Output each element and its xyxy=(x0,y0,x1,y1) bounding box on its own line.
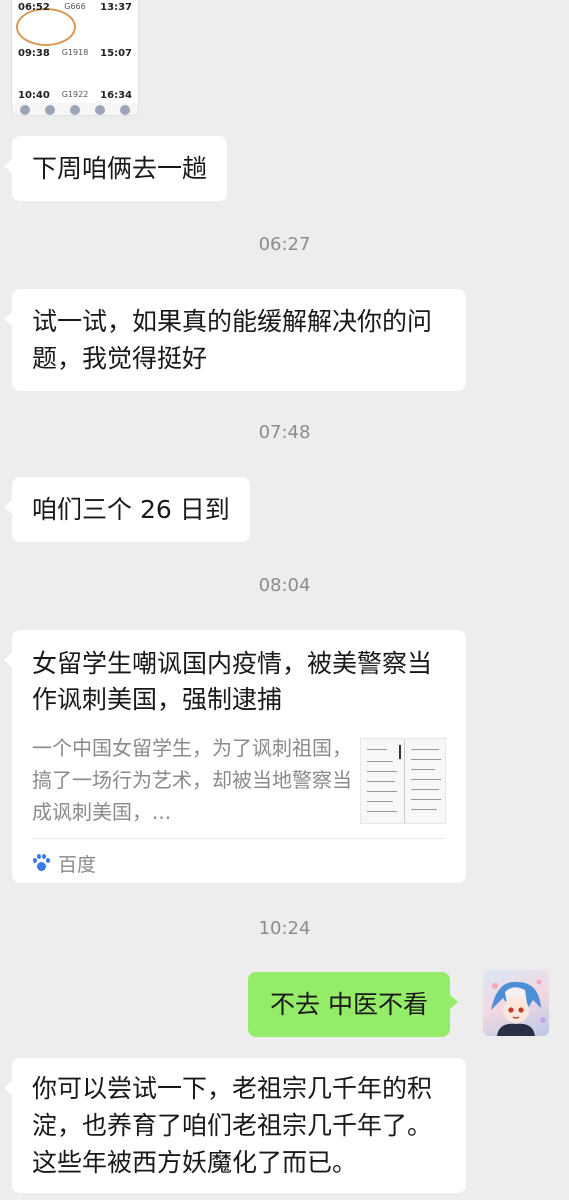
schedule-row: 06:52 G666 13:37 xyxy=(18,2,132,13)
message-text: 试一试，如果真的能缓解解决你的问题，我觉得挺好 xyxy=(32,307,433,373)
link-thumbnail xyxy=(360,738,446,824)
timestamp: 08:04 xyxy=(258,575,311,596)
schedule-row: 09:38 G1918 15:07 xyxy=(18,48,132,59)
message-bubble[interactable]: 咱们三个 26 日到 xyxy=(4,477,250,542)
message-bubble[interactable]: 下周咱俩去一趟 xyxy=(3,136,228,201)
baidu-paw-icon xyxy=(32,854,50,872)
timestamp: 10:24 xyxy=(258,918,311,939)
timestamp: 06:27 xyxy=(258,234,311,255)
link-card[interactable]: 女留学生嘲讽国内疫情，被美警察当作讽刺美国，强制逮捕 一个中国女留学生，为了讽刺… xyxy=(4,630,466,883)
chat-view: 06:52 G666 13:37 09:38 G1918 15:07 10:40 G192… xyxy=(0,0,569,1200)
image-message[interactable]: 06:52 G666 13:37 09:38 G1918 15:07 10:40 G192… xyxy=(12,0,138,115)
message-text: 你可以尝试一下，老祖宗几千年的积淀，也养育了咱们老祖宗几千年了。这些年被西方妖魔… xyxy=(32,1074,433,1177)
source-name: 百度 xyxy=(58,853,97,876)
message-text: 下周咱俩去一趟 xyxy=(32,154,208,183)
message-text: 咱们三个 26 日到 xyxy=(32,495,230,524)
link-source: 百度 xyxy=(32,850,96,876)
link-title: 女留学生嘲讽国内疫情，被美警察当作讽刺美国，强制逮捕 xyxy=(32,649,433,714)
app-tab-bar xyxy=(12,103,138,115)
avatar-image-icon xyxy=(491,979,546,1036)
message-bubble[interactable]: 你可以尝试一下，老祖宗几千年的积淀，也养育了咱们老祖宗几千年了。这些年被西方妖魔… xyxy=(4,1058,466,1193)
message-text: 不去 中医不看 xyxy=(270,990,428,1019)
link-summary: 一个中国女留学生，为了讽刺祖国，搞了一场行为艺术，却被当地警察当成讽刺美国，..… xyxy=(32,736,352,824)
timestamp: 07:48 xyxy=(258,422,311,443)
message-bubble-outgoing[interactable]: 不去 中医不看 xyxy=(248,972,458,1037)
message-bubble[interactable]: 试一试，如果真的能缓解解决你的问题，我觉得挺好 xyxy=(4,289,466,391)
avatar[interactable] xyxy=(483,970,549,1036)
card-divider xyxy=(32,838,446,839)
